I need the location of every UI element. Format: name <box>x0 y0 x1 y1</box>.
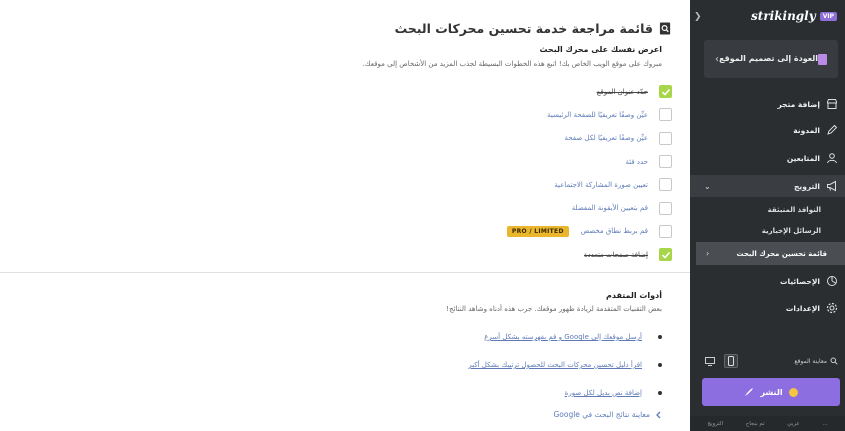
back-to-site-design-label[interactable]: العودة إلى تصميم الموقع <box>719 54 818 64</box>
panel-title: قائمة مراجعة خدمة تحسين محركات البحث <box>395 21 672 36</box>
checklist-item-favicon[interactable]: قم بتعيين الأيقونة المفضلة <box>272 196 672 219</box>
checklist-item-page-description[interactable]: عيِّن وصفًا تعريفيًا لكل صفحة <box>272 127 672 150</box>
bullet-icon <box>658 335 662 339</box>
back-to-site-design-button[interactable]: العودة إلى تصميم الموقع › <box>704 40 838 78</box>
sidebar-bottom-bar: ... عربي تم بنجاح الترويج <box>690 416 845 431</box>
sidebar-subitem-newsletters[interactable]: الرسائل الإخبارية <box>762 227 821 235</box>
nav-label[interactable]: الإعدادات <box>786 304 820 313</box>
bottom-tab[interactable]: ... <box>822 421 827 427</box>
publish-label[interactable]: النشر <box>760 388 782 397</box>
section-divider <box>0 272 690 273</box>
intro-heading: اعرض نفسك على محرك البحث <box>539 45 662 54</box>
checklist-item-label[interactable]: قم بتعيين الأيقونة المفضلة <box>572 204 648 212</box>
checkbox-icon[interactable] <box>659 131 672 145</box>
seo-guide-link[interactable]: اقرأ دليل تحسين محركات البحث للحصول ترتي… <box>468 361 642 369</box>
checkbox-checked-icon[interactable] <box>659 85 672 99</box>
checkbox-checked-icon[interactable] <box>659 248 672 262</box>
blog-icon <box>827 124 838 135</box>
sidebar-item-add-store[interactable]: إضافة متجر <box>690 93 845 115</box>
rocket-icon <box>745 388 754 396</box>
page-icon <box>818 53 827 65</box>
panel-title-text: قائمة مراجعة خدمة تحسين محركات البحث <box>394 21 653 36</box>
nav-label[interactable]: المدونة <box>793 126 820 135</box>
editor-sidebar: ❮ strikingly VIP العودة إلى تصميم الموقع… <box>690 0 845 431</box>
checklist-item-label[interactable]: عيِّن وصفًا تعريفيًا لكل صفحة <box>565 134 649 142</box>
intro-description: مبروك على موقع الويب الخاص بك! اتبع هذه … <box>362 60 662 68</box>
chevron-left-icon <box>656 411 661 418</box>
checkbox-icon[interactable] <box>659 108 672 122</box>
sidebar-subitem-seo-checklist[interactable]: قائمة تحسين محرك البحث ‹ <box>696 242 845 265</box>
stats-icon <box>827 276 837 286</box>
checklist-item-multiple-pages[interactable]: إضافة صفحات متعددة <box>272 243 672 266</box>
google-preview-toggle[interactable]: معاينة نتائج البحث في Google <box>553 410 662 419</box>
alt-text-link[interactable]: إضافة نص بديل لكل صورة <box>565 389 642 397</box>
collapse-sidebar-icon[interactable]: ❮ <box>694 12 702 22</box>
checkbox-icon[interactable] <box>659 155 672 169</box>
publish-button[interactable]: النشر <box>702 378 840 406</box>
checklist-item-label[interactable]: قم بربط نطاق مخصص <box>581 227 648 235</box>
desktop-icon <box>705 356 715 366</box>
bullet-icon <box>658 363 662 367</box>
checklist-item-label[interactable]: إضافة صفحات متعددة <box>584 251 648 259</box>
checklist-item-label[interactable]: حدّد عنوان الموقع <box>597 88 648 96</box>
mobile-preview-button[interactable] <box>724 354 738 368</box>
checklist-item-label[interactable]: حدد فئة <box>625 158 648 166</box>
checklist-item-custom-domain[interactable]: قم بربط نطاق مخصص PRO / LIMITED <box>272 220 672 243</box>
bullet-icon <box>658 391 662 395</box>
checkbox-icon[interactable] <box>659 201 672 215</box>
advanced-tools-list: أرسل موقعك إلى Google و قم بفهرسته بشكل … <box>382 323 662 407</box>
checklist-item-site-title[interactable]: حدّد عنوان الموقع <box>272 80 672 103</box>
nav-label[interactable]: المتابعين <box>787 154 820 163</box>
checklist-item-category[interactable]: حدد فئة <box>272 150 672 173</box>
megaphone-icon <box>827 180 836 192</box>
chevron-right-icon: › <box>715 53 719 65</box>
list-item: اقرأ دليل تحسين محركات البحث للحصول ترتي… <box>382 351 662 379</box>
sidebar-subitem-popups[interactable]: النوافذ المنبثقة <box>768 206 821 214</box>
list-item: أرسل موقعك إلى Google و قم بفهرسته بشكل … <box>382 323 662 351</box>
advanced-tools-description: بعض التقنيات المتقدمة لزيادة ظهور موقعك.… <box>446 305 662 313</box>
nav-label[interactable]: الإحصائيات <box>780 277 820 286</box>
pro-limited-badge: PRO / LIMITED <box>506 225 569 237</box>
vip-badge: VIP <box>819 11 837 21</box>
checklist-item-social-image[interactable]: تعيين صورة المشاركة الاجتماعية <box>272 173 672 196</box>
advanced-tools-heading: أدوات المتقدم <box>605 291 662 300</box>
chevron-down-icon: ⌄ <box>704 181 711 191</box>
submit-to-google-link[interactable]: أرسل موقعك إلى Google و قم بفهرسته بشكل … <box>484 333 642 341</box>
bottom-tab[interactable]: الترويج <box>707 421 723 427</box>
google-preview-label[interactable]: معاينة نتائج البحث في Google <box>553 410 650 419</box>
settings-icon <box>826 302 838 314</box>
logo-text: strikingly <box>751 9 816 23</box>
checkbox-icon[interactable] <box>659 224 672 238</box>
search-page-icon <box>659 22 671 35</box>
site-preview-label: معاينة الموقع <box>794 357 827 365</box>
seo-checklist: حدّد عنوان الموقع عيِّن وصفًا تعريفيًا ل… <box>272 80 672 266</box>
nav-label[interactable]: الترويج <box>794 182 820 191</box>
sidebar-subitem-label[interactable]: قائمة تحسين محرك البحث <box>709 250 827 258</box>
checklist-item-home-description[interactable]: عيِّن وصفًا تعريفيًا للصفحة الرئيسية <box>272 103 672 126</box>
sidebar-item-stats[interactable]: الإحصائيات <box>690 270 845 292</box>
sidebar-item-followers[interactable]: المتابعين <box>690 147 845 169</box>
chevron-left-icon: ‹ <box>706 249 710 258</box>
sidebar-item-settings[interactable]: الإعدادات <box>690 297 845 319</box>
list-item: إضافة نص بديل لكل صورة <box>382 379 662 407</box>
smiley-icon <box>788 387 798 397</box>
store-icon <box>827 99 837 109</box>
bottom-tab[interactable]: عربي <box>787 421 799 427</box>
seo-checklist-panel: قائمة مراجعة خدمة تحسين محركات البحث اعر… <box>0 0 690 431</box>
checklist-item-label[interactable]: عيِّن وصفًا تعريفيًا للصفحة الرئيسية <box>547 111 648 119</box>
bottom-tab[interactable]: تم بنجاح <box>746 421 765 427</box>
brand-logo: strikingly VIP <box>751 9 837 23</box>
sidebar-item-blog[interactable]: المدونة <box>690 119 845 141</box>
followers-icon <box>827 153 837 164</box>
sidebar-item-promotion[interactable]: الترويج ⌄ <box>690 175 845 197</box>
search-icon <box>830 357 838 365</box>
nav-label[interactable]: إضافة متجر <box>778 100 820 109</box>
checkbox-icon[interactable] <box>659 178 672 192</box>
desktop-preview-button[interactable] <box>703 354 717 368</box>
checklist-item-label[interactable]: تعيين صورة المشاركة الاجتماعية <box>554 181 648 189</box>
mobile-icon <box>728 356 734 366</box>
